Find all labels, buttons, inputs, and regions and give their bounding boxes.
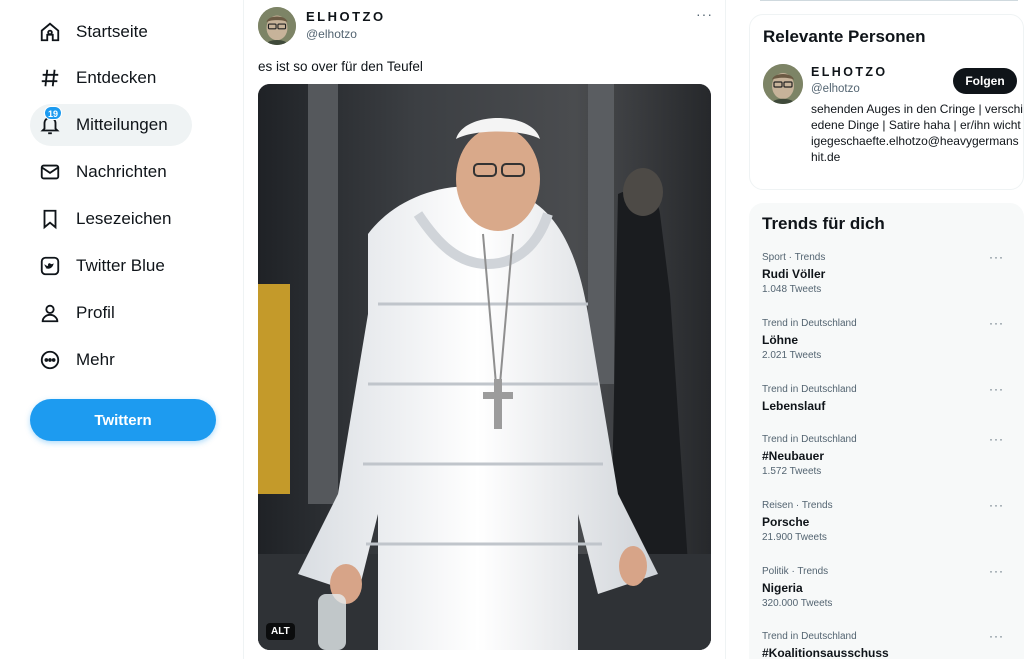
nav-label: Startseite <box>76 22 148 41</box>
nav-item-more[interactable]: Mehr <box>30 339 139 381</box>
avatar[interactable] <box>763 64 803 104</box>
envelope-icon <box>38 160 62 184</box>
trend-item[interactable]: Sport · Trends Rudi Völler 1.048 Tweets … <box>762 250 1012 296</box>
nav-item-notifications[interactable]: 19 Mitteilungen <box>30 104 192 146</box>
more-options-icon[interactable]: ··· <box>989 250 1004 264</box>
trend-item[interactable]: Reisen · Trends Porsche 21.900 Tweets ··… <box>762 498 1012 544</box>
trend-name: Löhne <box>762 333 798 347</box>
more-options-icon[interactable]: ··· <box>989 498 1004 512</box>
trend-name: Nigeria <box>762 581 803 595</box>
trend-context: Trend in Deutschland <box>762 434 857 445</box>
trend-name: Rudi Völler <box>762 267 826 281</box>
author-handle[interactable]: @elhotzo <box>306 27 357 41</box>
trend-context: Trend in Deutschland <box>762 384 857 395</box>
tweet-button[interactable]: Twittern <box>30 399 216 441</box>
relevant-people-card: Relevante Personen ELHOTZO @elhotzo Folg… <box>749 14 1024 190</box>
nav-label: Lesezeichen <box>76 209 172 228</box>
hashtag-icon <box>38 66 62 90</box>
more-circle-icon <box>38 348 62 372</box>
trend-item[interactable]: Politik · Trends Nigeria 320.000 Tweets … <box>762 564 1012 610</box>
nav-item-messages[interactable]: Nachrichten <box>30 151 191 193</box>
relevant-people-title: Relevante Personen <box>763 27 926 46</box>
trend-count: 21.900 Tweets <box>762 532 827 543</box>
nav-item-home[interactable]: Startseite <box>30 11 172 53</box>
trend-name: #Neubauer <box>762 449 825 463</box>
trend-count: 1.048 Tweets <box>762 284 822 295</box>
trends-title: Trends für dich <box>762 214 885 233</box>
tweet-detail: ELHOTZO @elhotzo ··· es ist so over für … <box>243 0 726 659</box>
person-icon <box>38 301 62 325</box>
trend-count: 320.000 Tweets <box>762 598 833 609</box>
person-handle[interactable]: @elhotzo <box>811 83 860 95</box>
twitter-blue-icon <box>38 254 62 278</box>
tweet-image[interactable]: ALT <box>258 84 711 650</box>
more-options-icon[interactable]: ··· <box>989 432 1004 446</box>
person-bio: sehenden Auges in den Cringe | verschied… <box>811 102 1023 164</box>
bell-icon: 19 <box>38 106 63 137</box>
trend-context: Politik · Trends <box>762 566 829 577</box>
more-options-icon[interactable]: ··· <box>989 564 1004 578</box>
right-sidebar: Relevante Personen ELHOTZO @elhotzo Folg… <box>749 0 1024 659</box>
nav-label: Entdecken <box>76 68 157 87</box>
trend-item[interactable]: Trend in Deutschland #Neubauer 1.572 Twe… <box>762 432 1012 478</box>
follow-button[interactable]: Folgen <box>953 68 1017 94</box>
nav-item-profile[interactable]: Profil <box>30 292 139 334</box>
trend-item[interactable]: Trend in Deutschland Lebenslauf ··· <box>762 382 1012 414</box>
puffer-coat-photo <box>258 84 711 650</box>
nav-label: Mitteilungen <box>76 115 168 134</box>
primary-navigation: Startseite Entdecken 19 Mitteilungen Nac… <box>0 0 243 659</box>
trend-context: Reisen · Trends <box>762 500 833 511</box>
nav-item-explore[interactable]: Entdecken <box>30 57 180 99</box>
trend-item[interactable]: Trend in Deutschland #Koalitionsausschus… <box>762 629 1012 659</box>
nav-label: Profil <box>76 303 115 322</box>
trend-name: Lebenslauf <box>762 399 826 413</box>
more-options-icon[interactable]: ··· <box>989 629 1004 643</box>
trend-count: 1.572 Tweets <box>762 466 822 477</box>
notification-badge: 19 <box>44 106 63 120</box>
author-name[interactable]: ELHOTZO <box>306 9 386 24</box>
tweet-text: es ist so over für den Teufel <box>258 59 423 74</box>
bookmark-icon <box>38 207 62 231</box>
home-icon <box>38 20 62 44</box>
trend-count: 2.021 Tweets <box>762 350 822 361</box>
person-name[interactable]: ELHOTZO <box>811 65 888 79</box>
nav-label: Nachrichten <box>76 162 167 181</box>
nav-item-bookmarks[interactable]: Lesezeichen <box>30 198 195 240</box>
trend-context: Trend in Deutschland <box>762 631 857 642</box>
more-options-icon[interactable]: ··· <box>989 382 1004 396</box>
trend-item[interactable]: Trend in Deutschland Löhne 2.021 Tweets … <box>762 316 1012 362</box>
trend-context: Sport · Trends <box>762 252 826 263</box>
trend-context: Trend in Deutschland <box>762 318 857 329</box>
more-options-icon[interactable]: ··· <box>989 316 1004 330</box>
avatar[interactable] <box>258 7 296 45</box>
trend-name: Porsche <box>762 515 810 529</box>
nav-item-twitter-blue[interactable]: Twitter Blue <box>30 245 189 287</box>
nav-label: Twitter Blue <box>76 256 165 275</box>
nav-label: Mehr <box>76 350 115 369</box>
more-options-icon[interactable]: ··· <box>696 6 713 22</box>
trends-card: Trends für dich Sport · Trends Rudi Völl… <box>749 203 1024 659</box>
alt-text-badge[interactable]: ALT <box>266 623 295 640</box>
trend-name: #Koalitionsausschuss <box>762 646 889 659</box>
